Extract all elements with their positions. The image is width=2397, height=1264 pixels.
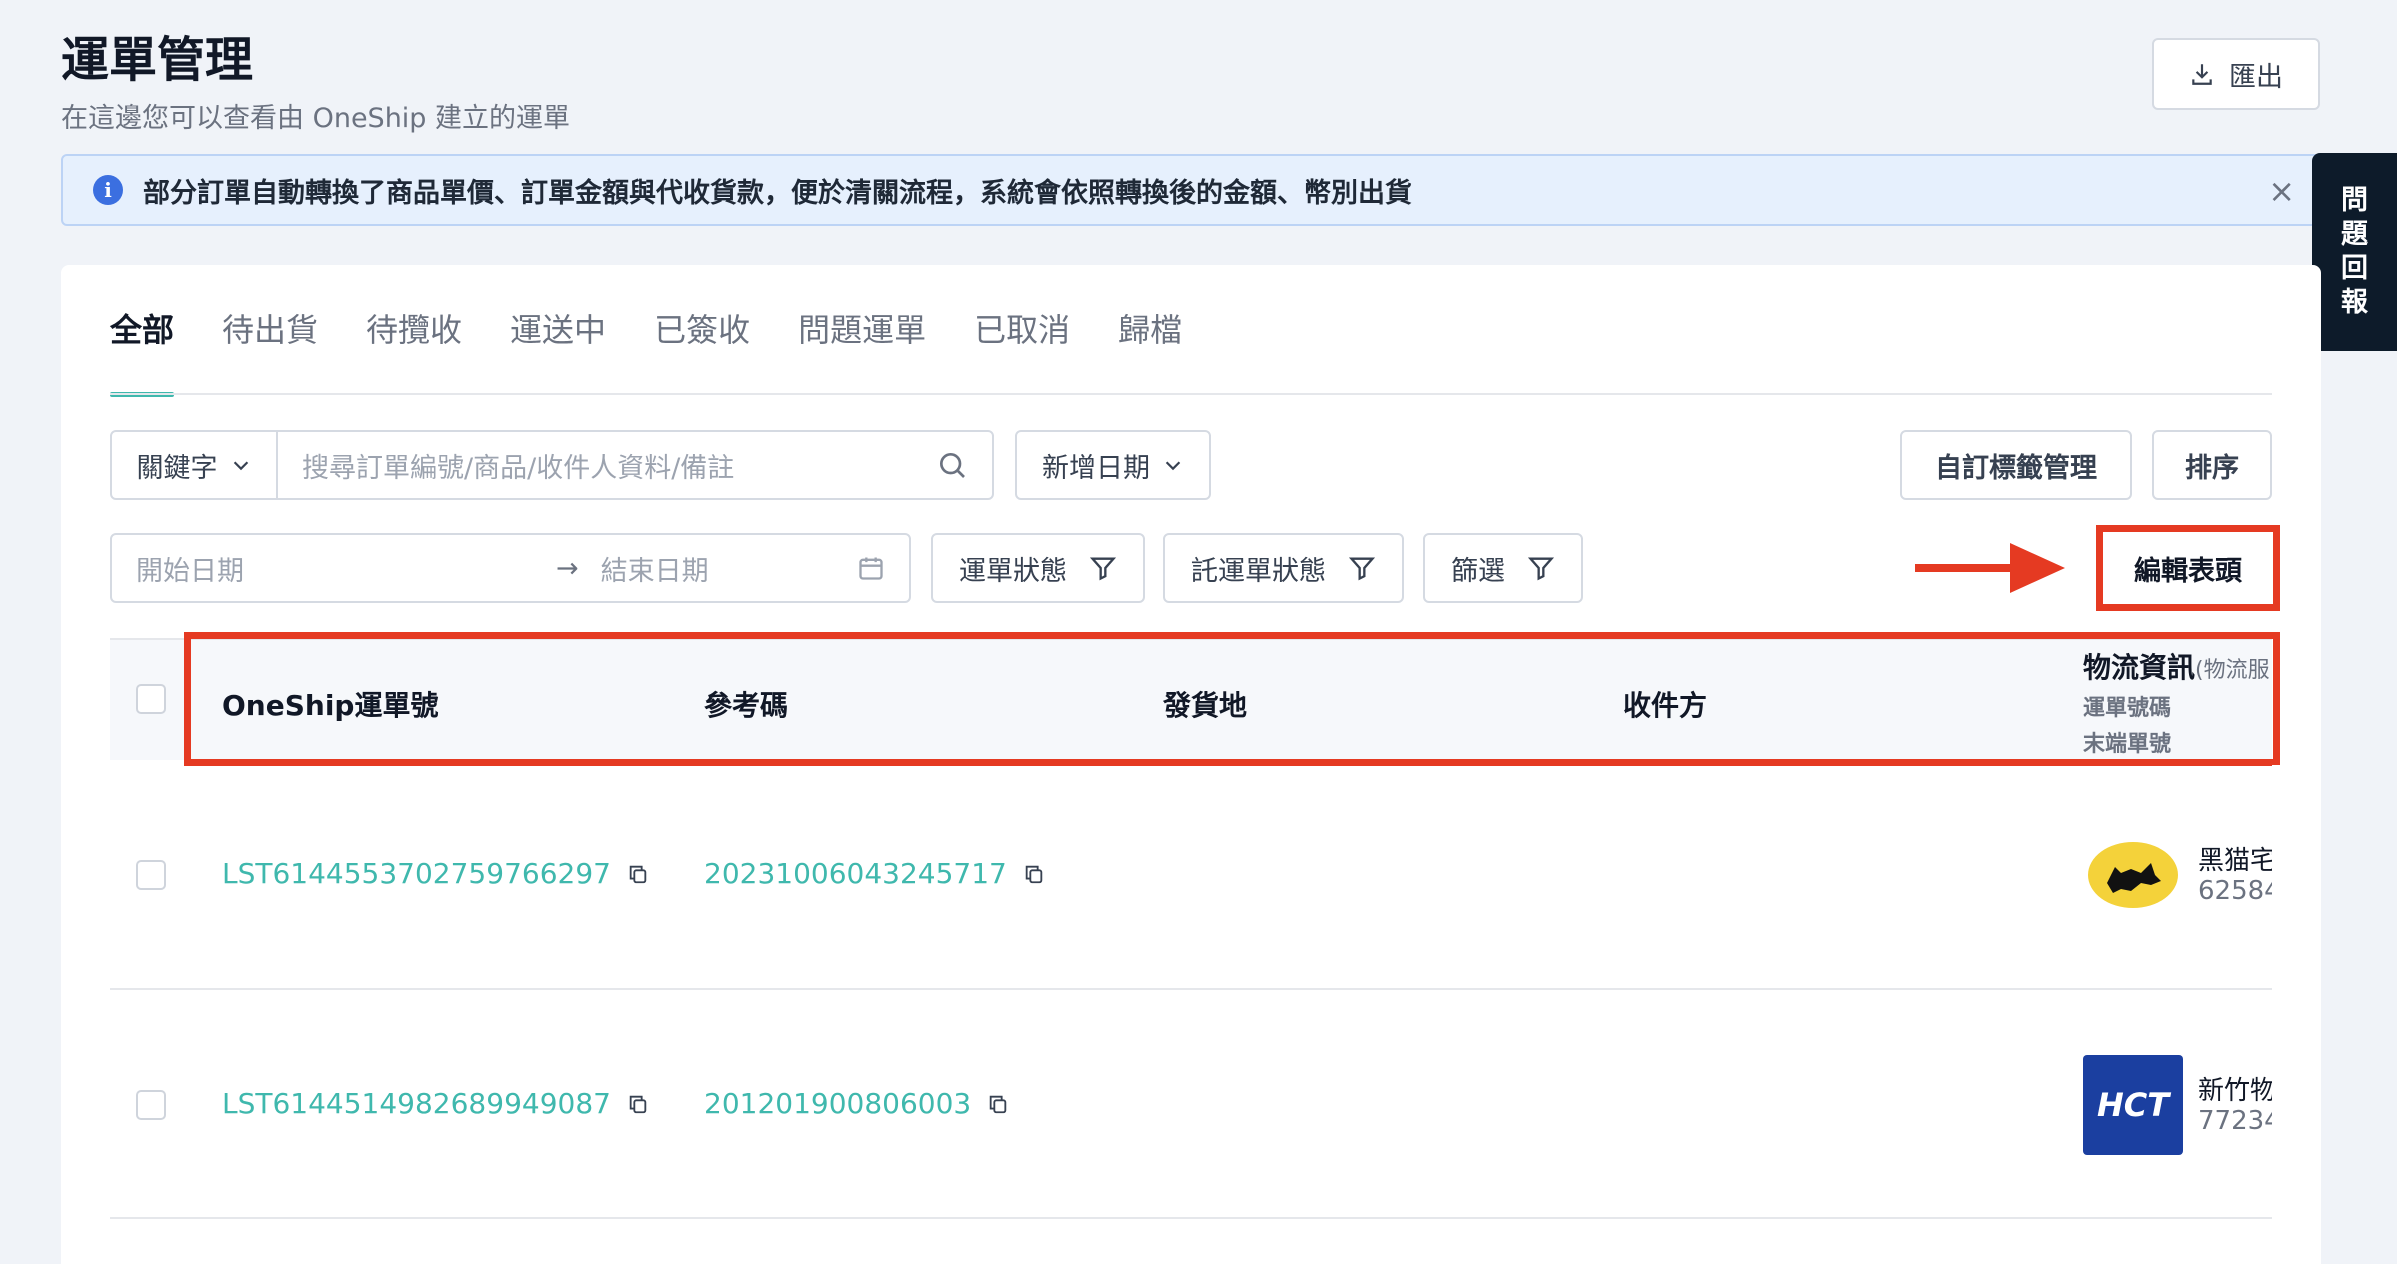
copy-icon[interactable] xyxy=(987,1092,1009,1116)
filter-icon xyxy=(1348,557,1376,581)
tab-archived[interactable]: 歸檔 xyxy=(1118,305,1182,395)
tracking-link[interactable]: LST6144514982689949087 xyxy=(222,1087,611,1120)
tab-pending-pickup[interactable]: 待攬收 xyxy=(366,305,462,395)
carrier-tracking-no: 62584 xyxy=(2198,876,2272,906)
date-type-label: 新增日期 xyxy=(1042,452,1150,484)
tab-cancelled[interactable]: 已取消 xyxy=(974,305,1070,395)
copy-icon[interactable] xyxy=(627,1092,649,1116)
table-row-tracking: LST6144553702759766297 xyxy=(222,857,649,890)
page-subtitle: 在這邊您可以查看由 OneShip 建立的運單 xyxy=(61,103,571,134)
date-range-picker[interactable]: 開始日期 → 結束日期 xyxy=(110,533,911,603)
close-icon[interactable]: × xyxy=(2268,172,2295,210)
page-title: 運單管理 xyxy=(61,32,254,88)
consignment-status-filter[interactable]: 託運單狀態 xyxy=(1163,533,1404,603)
info-icon: i xyxy=(93,175,123,205)
tabs-divider xyxy=(110,393,2272,395)
tag-manage-button[interactable]: 自訂標籤管理 xyxy=(1900,430,2132,500)
consignment-status-label: 託運單狀態 xyxy=(1191,555,1326,587)
reference-link[interactable]: 201201900806003 xyxy=(704,1087,971,1120)
feedback-button[interactable]: 問 題 回 報 xyxy=(2312,153,2397,351)
feedback-char: 題 xyxy=(2341,219,2368,250)
hct-logo: HCT xyxy=(2083,1055,2183,1155)
carrier-name: 黑猫宅 xyxy=(2198,846,2272,876)
search-input[interactable]: 搜尋訂單編號/商品/收件人資料/備註 xyxy=(276,430,994,500)
header-highlight-box xyxy=(184,632,2280,766)
shipment-status-filter[interactable]: 運單狀態 xyxy=(931,533,1145,603)
chevron-down-icon xyxy=(233,461,248,471)
end-date-input[interactable]: 結束日期 xyxy=(601,549,709,588)
row-checkbox[interactable] xyxy=(136,1090,166,1120)
banner-message: 部分訂單自動轉換了商品單價、訂單金額與代收貨款，便於清關流程，系統會依照轉換後的… xyxy=(143,177,1412,209)
shipment-status-label: 運單狀態 xyxy=(959,555,1067,587)
table-row-reference: 201201900806003 xyxy=(704,1087,1009,1120)
select-all-checkbox[interactable] xyxy=(136,684,166,714)
filter-icon xyxy=(1527,557,1555,581)
keyword-select-label: 關鍵字 xyxy=(136,452,218,484)
calendar-icon[interactable] xyxy=(857,554,885,582)
tab-pending-shipment[interactable]: 待出貨 xyxy=(222,305,318,395)
feedback-char: 問 xyxy=(2341,185,2368,216)
feedback-char: 回 xyxy=(2341,253,2368,284)
export-button[interactable]: 匯出 xyxy=(2152,38,2320,110)
reference-link[interactable]: 20231006043245717 xyxy=(704,857,1007,890)
feedback-char: 報 xyxy=(2341,287,2368,318)
tab-all[interactable]: 全部 xyxy=(110,305,175,397)
tab-problem[interactable]: 問題運單 xyxy=(798,305,926,395)
black-cat-icon xyxy=(2107,863,2161,893)
row-checkbox[interactable] xyxy=(136,860,166,890)
table-right-edge xyxy=(2272,765,2312,1264)
date-type-select[interactable]: 新增日期 xyxy=(1015,430,1211,500)
arrow-right-icon: → xyxy=(556,552,579,584)
table-row-tracking: LST6144514982689949087 xyxy=(222,1087,649,1120)
tracking-link[interactable]: LST6144553702759766297 xyxy=(222,857,611,890)
table-row-reference: 20231006043245717 xyxy=(704,857,1045,890)
export-label: 匯出 xyxy=(2229,61,2283,93)
row-divider xyxy=(110,988,2272,990)
search-placeholder: 搜尋訂單編號/商品/收件人資料/備註 xyxy=(302,452,735,484)
filter-label: 篩選 xyxy=(1451,555,1505,587)
info-banner: i 部分訂單自動轉換了商品單價、訂單金額與代收貨款，便於清關流程，系統會依照轉換… xyxy=(61,154,2321,226)
copy-icon[interactable] xyxy=(627,862,649,886)
carrier-tracking-no: 77234 xyxy=(2198,1106,2272,1136)
download-icon xyxy=(2192,64,2212,85)
yamato-logo xyxy=(2088,842,2178,908)
status-tabs: 全部 待出貨 待攬收 運送中 已簽收 問題運單 已取消 歸檔 xyxy=(110,305,1182,397)
filter-button[interactable]: 篩選 xyxy=(1423,533,1583,603)
tab-in-transit[interactable]: 運送中 xyxy=(510,305,606,395)
chevron-down-icon xyxy=(1165,461,1181,471)
annotation-arrow-icon xyxy=(1915,543,2065,593)
start-date-input[interactable]: 開始日期 xyxy=(136,549,244,588)
copy-icon[interactable] xyxy=(1023,862,1045,886)
tab-delivered[interactable]: 已簽收 xyxy=(654,305,750,395)
search-icon[interactable] xyxy=(936,449,968,481)
row-divider xyxy=(110,1217,2272,1219)
keyword-select[interactable]: 關鍵字 xyxy=(110,430,278,500)
filter-icon xyxy=(1089,557,1117,581)
sort-button[interactable]: 排序 xyxy=(2152,430,2272,500)
edit-header-button[interactable]: 編輯表頭 xyxy=(2096,525,2280,611)
carrier-name: 新竹物 xyxy=(2198,1076,2272,1106)
